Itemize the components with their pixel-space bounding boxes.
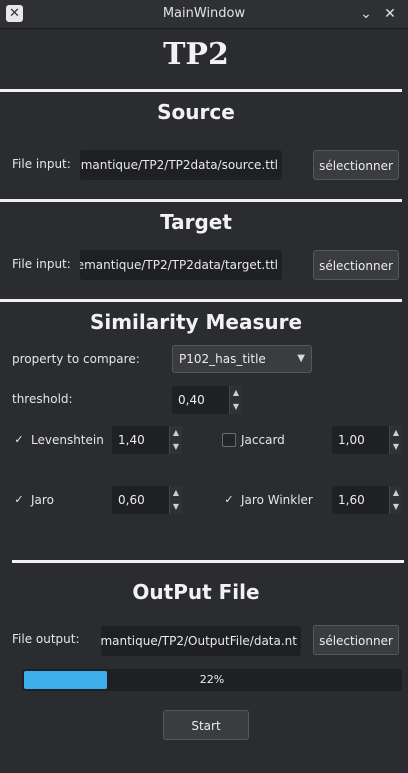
target-file-label: File input:	[12, 257, 71, 271]
separator	[12, 560, 404, 563]
jaro-winkler-value: 1,60	[338, 493, 365, 507]
title-bar[interactable]: ✕ MainWindow ⌄ ✕	[0, 0, 408, 29]
similarity-heading: Similarity Measure	[89, 310, 303, 334]
increment-icon[interactable]: ▲	[230, 386, 242, 400]
target-heading: Target	[160, 210, 232, 234]
threshold-value: 0,40	[178, 393, 205, 407]
levenshtein-label: Levenshtein	[31, 433, 104, 447]
output-file-path: Semantique/TP2/OutputFile/data.nt	[101, 634, 297, 648]
separator	[0, 199, 402, 202]
jaccard-value: 1,00	[338, 433, 365, 447]
source-select-button[interactable]: sélectionner	[313, 150, 399, 180]
decrement-icon[interactable]: ▼	[170, 440, 182, 454]
decrement-icon[interactable]: ▼	[230, 400, 242, 414]
output-heading: OutPut File	[132, 580, 260, 604]
jaccard-spinbox[interactable]: 1,00 ▲ ▼	[332, 426, 402, 454]
decrement-icon[interactable]: ▼	[170, 500, 182, 514]
progress-bar: 22%	[22, 669, 402, 691]
source-file-label: File input:	[12, 157, 71, 171]
target-file-field[interactable]: Semantique/TP2/TP2data/target.ttl	[80, 250, 282, 280]
separator	[0, 299, 402, 302]
jaro-winkler-spinbox[interactable]: 1,60 ▲ ▼	[332, 486, 402, 514]
output-file-label: File output:	[12, 632, 80, 646]
levenshtein-checkbox[interactable]: ✓	[12, 433, 26, 447]
chevron-down-icon: ▼	[297, 353, 305, 364]
main-window: ✕ MainWindow ⌄ ✕ TP2 Source File input: …	[0, 0, 408, 773]
separator	[0, 89, 402, 92]
output-select-button[interactable]: sélectionner	[313, 625, 399, 655]
minimize-icon[interactable]: ⌄	[356, 4, 376, 24]
jaro-spinbox[interactable]: 0,60 ▲ ▼	[112, 486, 182, 514]
output-file-field[interactable]: Semantique/TP2/OutputFile/data.nt	[101, 626, 301, 656]
jaro-winkler-label: Jaro Winkler	[241, 493, 313, 507]
increment-icon[interactable]: ▲	[390, 486, 402, 500]
jaro-winkler-checkbox[interactable]: ✓	[222, 493, 236, 507]
jaro-value: 0,60	[118, 493, 145, 507]
property-label: property to compare:	[12, 352, 140, 366]
source-file-field[interactable]: Semantique/TP2/TP2data/source.ttl	[80, 150, 282, 180]
levenshtein-value: 1,40	[118, 433, 145, 447]
source-heading: Source	[157, 100, 235, 124]
jaro-label: Jaro	[31, 493, 54, 507]
increment-icon[interactable]: ▲	[390, 426, 402, 440]
decrement-icon[interactable]: ▼	[390, 500, 402, 514]
increment-icon[interactable]: ▲	[170, 486, 182, 500]
property-combobox[interactable]: P102_has_title ▼	[172, 345, 312, 373]
close-icon[interactable]: ✕	[380, 4, 400, 24]
increment-icon[interactable]: ▲	[170, 426, 182, 440]
source-file-path: Semantique/TP2/TP2data/source.ttl	[80, 158, 278, 172]
jaro-checkbox[interactable]: ✓	[12, 493, 26, 507]
window-title: MainWindow	[162, 6, 246, 21]
jaccard-checkbox[interactable]	[222, 433, 236, 447]
threshold-spinbox[interactable]: 0,40 ▲ ▼	[172, 386, 242, 414]
target-file-path: Semantique/TP2/TP2data/target.ttl	[80, 258, 278, 272]
jaccard-label: Jaccard	[241, 433, 285, 447]
start-button[interactable]: Start	[163, 710, 249, 740]
page-title: TP2	[163, 37, 229, 72]
levenshtein-spinbox[interactable]: 1,40 ▲ ▼	[112, 426, 182, 454]
decrement-icon[interactable]: ▼	[390, 440, 402, 454]
property-value: P102_has_title	[179, 352, 266, 366]
threshold-label: threshold:	[12, 392, 73, 406]
progress-text: 22%	[199, 673, 225, 686]
target-select-button[interactable]: sélectionner	[313, 250, 399, 280]
